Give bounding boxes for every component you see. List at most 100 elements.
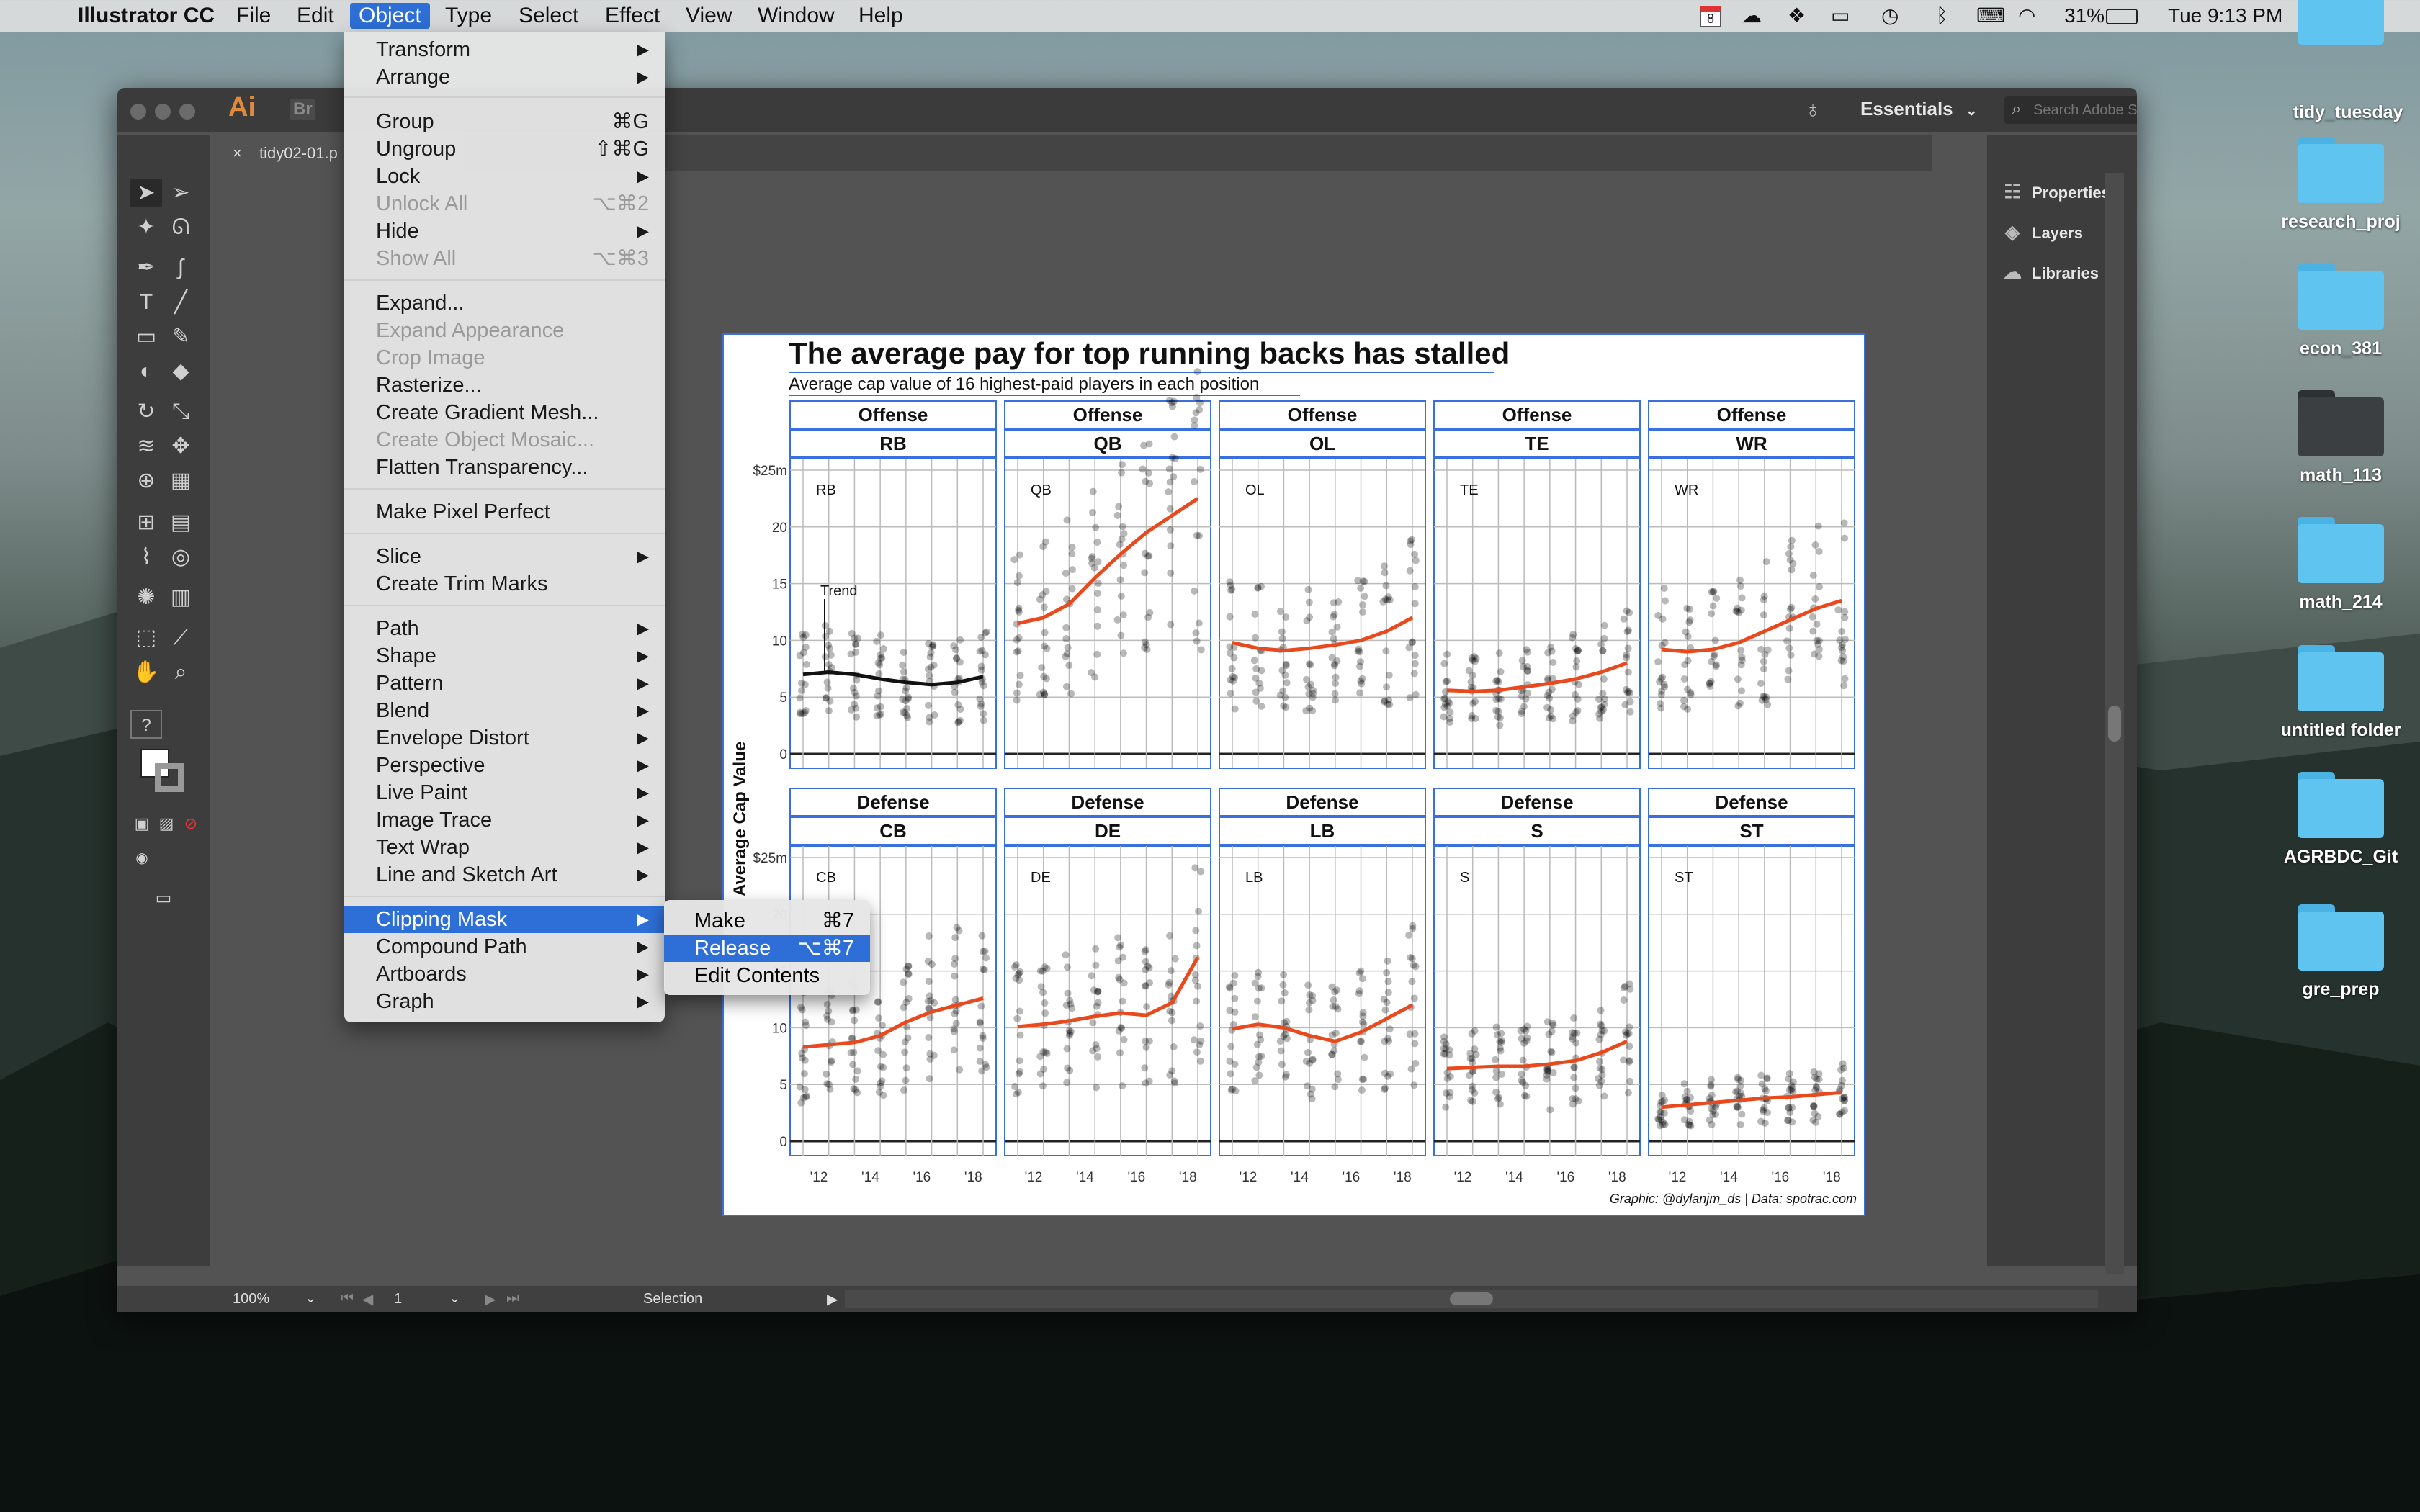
layers-panel-button[interactable]: ◈ Layers (2002, 217, 2083, 246)
folder-label[interactable]: research_proj (2247, 212, 2420, 233)
horizontal-scrollbar[interactable] (845, 1290, 2098, 1308)
artboard-tool-icon[interactable]: ⬚ (130, 624, 162, 652)
creative-cloud-icon[interactable]: ☁ (1742, 3, 1762, 29)
folder-icon[interactable] (2298, 517, 2384, 583)
eyedropper-tool-icon[interactable]: ⌇ (130, 543, 162, 572)
artboard[interactable]: The average pay for top running backs ha… (724, 335, 1864, 1215)
menu-item-image-trace[interactable]: Image Trace ▶ (344, 806, 665, 834)
clock[interactable]: Tue 9:13 PM (2168, 3, 2282, 29)
menu-item-lock[interactable]: Lock ▶ (344, 163, 665, 190)
menu-item-pattern[interactable]: Pattern ▶ (344, 670, 665, 697)
menu-type[interactable]: Type (436, 3, 501, 29)
menu-effect[interactable]: Effect (596, 3, 668, 29)
folder-icon[interactable] (2298, 904, 2384, 971)
slice-tool-icon[interactable]: ⟋ (165, 624, 197, 652)
folder-label[interactable]: tidy_tuesday (2254, 102, 2420, 123)
vertical-scroll-thumb[interactable] (2108, 706, 2121, 742)
folder-label[interactable]: math_113 (2247, 465, 2420, 486)
menu-edit[interactable]: Edit (288, 3, 343, 29)
apple-menu-icon[interactable] (22, 3, 39, 29)
bridge-logo[interactable]: Br (290, 99, 315, 120)
battery-percent[interactable]: 31% (2064, 3, 2105, 29)
line-tool-icon[interactable]: ╱ (165, 288, 197, 317)
menu-item-artboards[interactable]: Artboards ▶ (344, 960, 665, 988)
folder-label[interactable]: math_214 (2247, 592, 2420, 613)
menu-item-create-gradient-mesh[interactable]: Create Gradient Mesh... (344, 399, 665, 426)
close-window-button[interactable] (130, 104, 146, 120)
horizontal-scroll-thumb[interactable] (1450, 1292, 1493, 1305)
menu-item-envelope-distort[interactable]: Envelope Distort ▶ (344, 724, 665, 752)
direct-selection-tool-icon[interactable]: ➢ (165, 179, 197, 207)
properties-panel-button[interactable]: ☷ Properties (2002, 177, 2110, 206)
menu-item-blend[interactable]: Blend ▶ (344, 697, 665, 724)
stroke-swatch[interactable] (155, 763, 184, 792)
menu-item-rasterize[interactable]: Rasterize... (344, 372, 665, 399)
lasso-tool-icon[interactable]: ᘏ (165, 213, 197, 242)
battery-icon[interactable] (2106, 9, 2138, 24)
submenu-item-make[interactable]: Make ⌘7 (664, 907, 870, 935)
wifi-icon[interactable]: ◠ (2018, 3, 2035, 29)
airplay-icon[interactable]: ▭ (1831, 3, 1850, 29)
folder-label[interactable]: econ_381 (2247, 338, 2420, 359)
input-source-icon[interactable]: ⌨ (1976, 3, 2005, 29)
last-artboard-icon[interactable]: ⏭ (506, 1290, 519, 1307)
artboard-dropdown-icon[interactable]: ⌄ (449, 1289, 461, 1307)
next-artboard-icon[interactable]: ▶ (485, 1290, 496, 1308)
artboard-number[interactable]: 1 (394, 1291, 402, 1308)
blend-tool-icon[interactable]: ◎ (165, 543, 197, 572)
menu-item-arrange[interactable]: Arrange ▶ (344, 63, 665, 91)
menu-item-slice[interactable]: Slice ▶ (344, 543, 665, 570)
menu-view[interactable]: View (677, 3, 740, 29)
folder-icon[interactable] (2298, 264, 2384, 330)
menu-item-live-paint[interactable]: Live Paint ▶ (344, 779, 665, 806)
folder-label[interactable]: gre_prep (2247, 979, 2420, 1000)
menu-item-flatten-transparency[interactable]: Flatten Transparency... (344, 454, 665, 481)
type-tool-icon[interactable]: T (130, 288, 162, 317)
workspace-switcher[interactable]: Essentials ⌄ (1860, 98, 1978, 120)
symbol-sprayer-tool-icon[interactable]: ✺ (130, 583, 162, 612)
libraries-panel-button[interactable]: ☁ Libraries (2002, 258, 2099, 287)
menu-window[interactable]: Window (749, 3, 843, 29)
perspective-grid-tool-icon[interactable]: ▦ (165, 467, 197, 495)
gradient-tool-icon[interactable]: ▤ (165, 508, 197, 537)
menu-item-clipping-mask[interactable]: Clipping Mask ▶ (344, 906, 665, 933)
close-tab-icon[interactable]: × (233, 144, 242, 162)
menu-item-graph[interactable]: Graph ▶ (344, 988, 665, 1015)
prev-artboard-icon[interactable]: ◀ (362, 1290, 373, 1308)
menu-object[interactable]: Object (350, 3, 430, 29)
pen-tool-icon[interactable]: ✒ (130, 253, 162, 282)
scale-tool-icon[interactable]: ⤡ (165, 397, 197, 426)
mesh-tool-icon[interactable]: ⊞ (130, 508, 162, 537)
hand-tool-icon[interactable]: ✋ (130, 658, 162, 687)
zoom-tool-icon[interactable]: ⌕ (165, 658, 197, 687)
zoom-dropdown-icon[interactable]: ⌄ (305, 1289, 317, 1307)
screen-mode-icon[interactable]: ▭ (148, 884, 179, 913)
menu-item-compound-path[interactable]: Compound Path ▶ (344, 933, 665, 960)
stock-search-input[interactable] (2033, 99, 2137, 121)
app-menu[interactable]: Illustrator CC (69, 3, 223, 29)
menu-item-text-wrap[interactable]: Text Wrap ▶ (344, 834, 665, 861)
menu-item-group[interactable]: Group ⌘G (344, 108, 665, 135)
folder-icon[interactable] (2298, 137, 2384, 203)
menu-file[interactable]: File (228, 3, 279, 29)
minimize-window-button[interactable] (155, 104, 171, 120)
time-machine-icon[interactable]: ◷ (1881, 3, 1899, 29)
fill-stroke-swatch[interactable] (130, 749, 195, 796)
folder-label[interactable]: AGRBDC_Git (2247, 847, 2420, 868)
rectangle-tool-icon[interactable]: ▭ (130, 323, 162, 351)
menu-item-perspective[interactable]: Perspective ▶ (344, 752, 665, 779)
rotate-tool-icon[interactable]: ↻ (130, 397, 162, 426)
shaper-tool-icon[interactable]: ◐ (130, 357, 162, 386)
graph-tool-icon[interactable]: ▥ (165, 583, 197, 612)
status-text[interactable]: Selection (643, 1291, 702, 1308)
status-menu-icon[interactable]: ▶ (827, 1290, 838, 1308)
edit-toolbar-icon[interactable]: ? (130, 710, 162, 739)
menu-item-shape[interactable]: Shape ▶ (344, 642, 665, 670)
first-artboard-icon[interactable]: ⏮ (341, 1290, 354, 1307)
lightbulb-icon[interactable]: ♁ (1804, 96, 1821, 123)
menu-item-line-and-sketch-art[interactable]: Line and Sketch Art ▶ (344, 861, 665, 888)
zoom-window-button[interactable] (179, 104, 195, 120)
submenu-item-edit-contents[interactable]: Edit Contents (664, 962, 870, 989)
submenu-item-release[interactable]: Release ⌥⌘7 (664, 935, 870, 962)
menu-item-expand[interactable]: Expand... (344, 289, 665, 317)
